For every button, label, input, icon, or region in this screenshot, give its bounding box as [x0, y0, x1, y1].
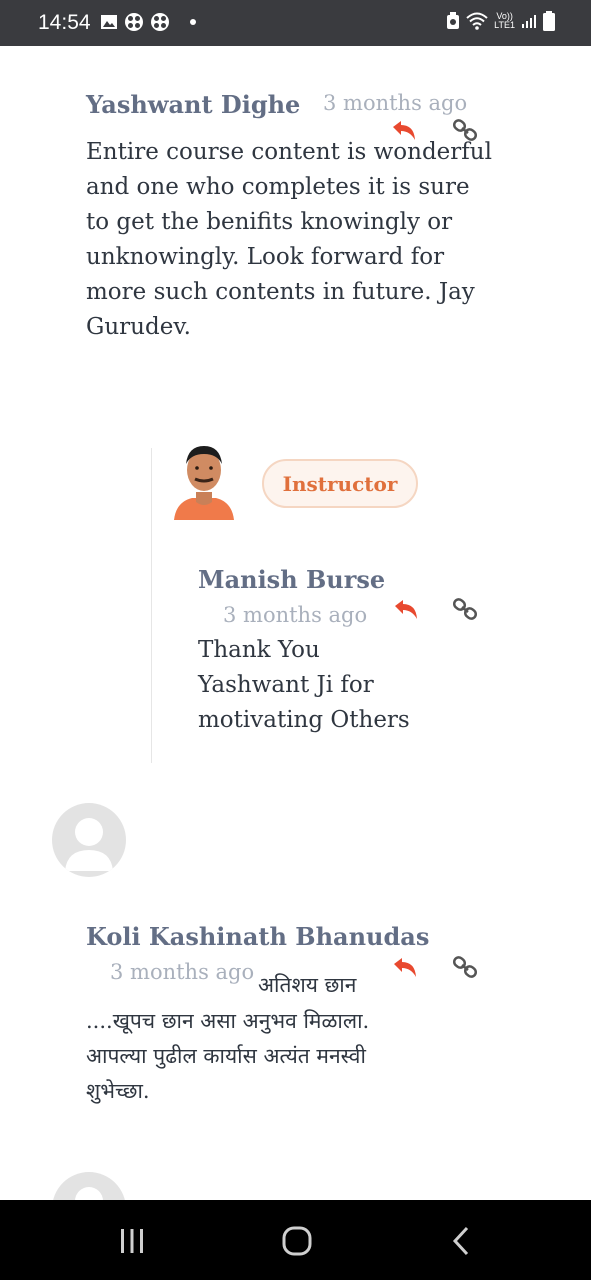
comment-author[interactable]: Yashwant Dighe [86, 90, 300, 119]
instructor-avatar[interactable] [172, 442, 236, 520]
reply-thread-line [151, 448, 152, 763]
instructor-badge: Instructor [262, 459, 418, 508]
status-time: 14:54 [38, 11, 91, 34]
default-avatar-icon [65, 818, 113, 871]
app-icon [151, 13, 169, 31]
battery-saver-icon [447, 12, 460, 29]
home-icon[interactable] [277, 1224, 317, 1258]
reply-icon[interactable] [391, 955, 419, 981]
recent-apps-icon[interactable] [112, 1224, 152, 1258]
wifi-icon [466, 12, 488, 30]
link-icon[interactable] [452, 955, 480, 981]
volte-indicator: Vo)) LTE1 [494, 11, 515, 30]
reply-icon[interactable] [392, 597, 420, 623]
status-bar: 14:54 Vo)) LTE1 [0, 0, 591, 46]
comment-text: ....खूपच छान असा अनुभव मिळाला. आपल्या पु… [86, 1009, 370, 1103]
link-icon[interactable] [452, 597, 480, 623]
comment-text: Thank You Yashwant Ji for motivating Oth… [198, 637, 410, 733]
comment-author[interactable]: Koli Kashinath Bhanudas [86, 922, 429, 951]
comment-author[interactable]: Manish Burse [198, 565, 385, 594]
app-icon [125, 13, 143, 31]
notification-dot [190, 19, 196, 25]
comment-text: Entire course content is wonderful and o… [86, 139, 492, 340]
comment-time[interactable]: 3 months ago [110, 960, 254, 984]
avatar-photo [174, 446, 234, 520]
signal-icon [522, 15, 536, 28]
gallery-icon [101, 15, 117, 29]
battery-icon [543, 11, 555, 31]
user-avatar[interactable] [52, 803, 126, 877]
back-icon[interactable] [443, 1224, 483, 1258]
navigation-bar [0, 1200, 591, 1280]
comment-text-inline: अतिशय छान [258, 973, 357, 997]
comment-time[interactable]: 3 months ago [323, 91, 467, 115]
comment-time[interactable]: 3 months ago [223, 603, 367, 627]
